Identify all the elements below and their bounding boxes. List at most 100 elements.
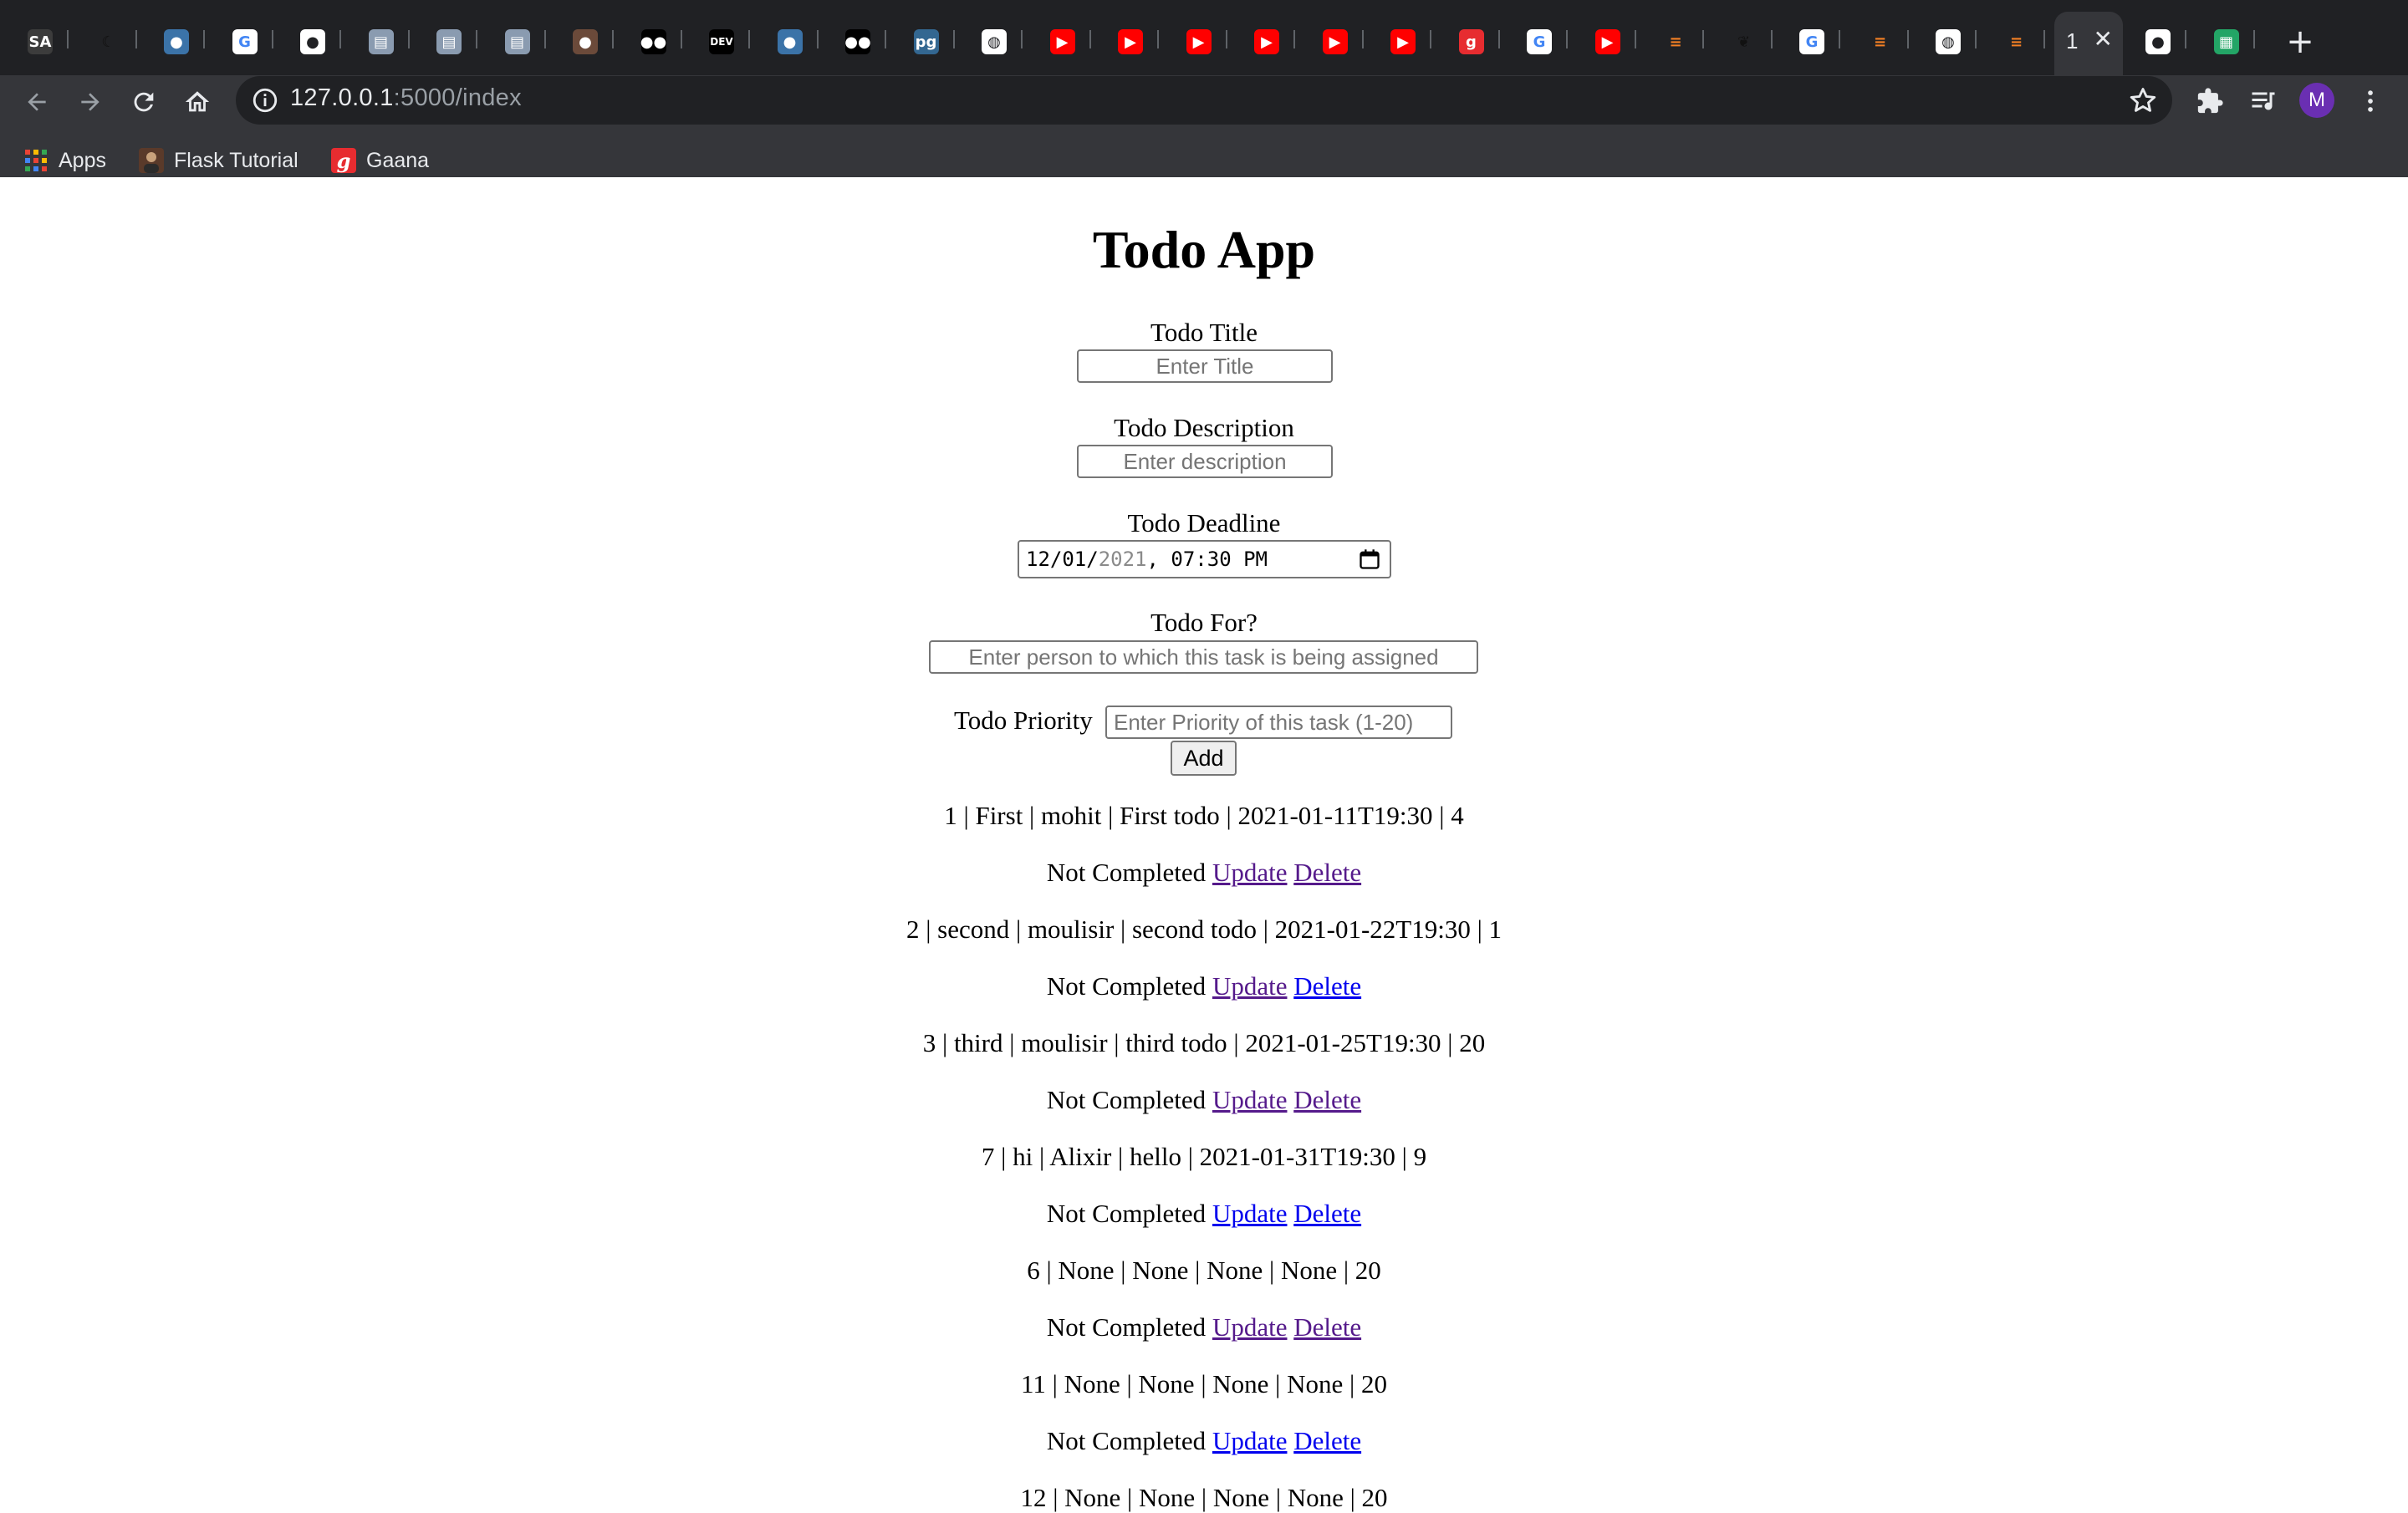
google-icon: G xyxy=(232,29,258,54)
todo-status: Not Completed xyxy=(1046,1426,1207,1455)
priority-input[interactable] xyxy=(1105,706,1452,739)
bookmark-flask-tutorial[interactable]: Flask Tutorial xyxy=(139,144,298,177)
delete-link[interactable]: Delete xyxy=(1293,1085,1361,1114)
tab-separator xyxy=(1839,30,1840,48)
update-link[interactable]: Update xyxy=(1212,971,1288,1001)
browser-tab[interactable]: DEV xyxy=(698,18,750,65)
url-path: :5000/index xyxy=(393,84,522,111)
apps-grid-icon xyxy=(23,148,48,173)
info-icon[interactable] xyxy=(251,86,279,115)
browser-tab[interactable]: ● xyxy=(153,18,205,65)
address-bar[interactable]: 127.0.0.1:5000/index xyxy=(236,76,2172,125)
browser-tab[interactable]: G xyxy=(222,18,273,65)
reload-icon xyxy=(134,92,154,112)
bookmark-star-icon[interactable] xyxy=(2127,84,2159,116)
google-icon: G xyxy=(1527,29,1552,54)
playlist-icon xyxy=(2252,92,2275,110)
tab-separator xyxy=(1702,30,1704,48)
update-link[interactable]: Update xyxy=(1212,1312,1288,1342)
reading-list-button[interactable] xyxy=(2246,84,2281,119)
browser-tab[interactable]: ●● xyxy=(630,18,682,65)
title-input[interactable] xyxy=(1077,349,1333,383)
browser-tab[interactable]: pg xyxy=(903,18,955,65)
bookmark-apps[interactable]: Apps xyxy=(23,144,106,177)
browser-tab[interactable]: ● xyxy=(767,18,819,65)
browser-tab[interactable]: G xyxy=(1788,18,1840,65)
delete-link[interactable]: Delete xyxy=(1293,971,1361,1001)
todo-status: Not Completed xyxy=(1046,858,1207,887)
profile-avatar[interactable]: M xyxy=(2299,83,2334,118)
page-title: Todo App xyxy=(1092,220,1316,279)
new-tab-button[interactable]: + xyxy=(2283,18,2318,65)
reload-button[interactable] xyxy=(125,84,162,120)
active-tab[interactable]: 1 ✕ xyxy=(2054,12,2123,75)
browser-tab[interactable]: ◍ xyxy=(1925,18,1977,65)
assignee-input[interactable] xyxy=(929,640,1478,674)
todo-item-actions: Not Completed Update Delete xyxy=(0,1085,2408,1115)
browser-tab[interactable]: ≡ xyxy=(1652,18,1704,65)
close-tab-icon[interactable]: ✕ xyxy=(2094,25,2113,53)
browser-tab[interactable]: ▶ xyxy=(1107,18,1159,65)
pg-icon: pg xyxy=(913,29,939,54)
delete-link[interactable]: Delete xyxy=(1293,858,1361,887)
browser-tab[interactable]: ▤ xyxy=(358,18,410,65)
browser-tab[interactable]: ◍ xyxy=(971,18,1023,65)
todo-item-text: 6 | None | None | None | None | 20 xyxy=(1027,1256,1381,1285)
tab-separator xyxy=(476,30,477,48)
deadline-input[interactable]: 12/01/2021, 07:30 PM xyxy=(1018,540,1391,578)
tab-separator xyxy=(680,30,682,48)
browser-tab[interactable]: ❦ xyxy=(1721,18,1773,65)
for-label: Todo For? xyxy=(1150,608,1258,637)
url-text: 127.0.0.1:5000/index xyxy=(290,84,522,112)
browser-tab[interactable]: ● xyxy=(289,18,341,65)
update-link[interactable]: Update xyxy=(1212,1085,1288,1114)
browser-tab[interactable]: ≡ xyxy=(1993,18,2045,65)
delete-link[interactable]: Delete xyxy=(1293,1199,1361,1228)
deadline-date: 12/01/ xyxy=(1026,548,1099,571)
bookmark-label: Flask Tutorial xyxy=(174,148,298,172)
browser-tab[interactable]: ▦ xyxy=(2203,18,2255,65)
update-link[interactable]: Update xyxy=(1212,1199,1288,1228)
menu-button[interactable] xyxy=(2353,84,2388,119)
browser-tab[interactable]: g xyxy=(1448,18,1500,65)
browser-tab[interactable]: ▶ xyxy=(1312,18,1364,65)
browser-tab[interactable]: ≡ xyxy=(1857,18,1909,65)
url-host: 127.0.0.1 xyxy=(290,84,394,111)
browser-tab[interactable]: ▶ xyxy=(1039,18,1091,65)
update-link[interactable]: Update xyxy=(1212,1426,1288,1455)
tab-separator xyxy=(1634,30,1636,48)
add-button[interactable]: Add xyxy=(1171,741,1237,776)
bookmark-gaana[interactable]: g Gaana xyxy=(331,144,429,177)
arrow-right-icon xyxy=(81,93,99,111)
browser-tab[interactable]: ● xyxy=(562,18,614,65)
extensions-button[interactable] xyxy=(2192,84,2227,119)
bookmarks-bar: Apps Flask Tutorial g Gaana xyxy=(0,135,2408,186)
back-button[interactable] xyxy=(18,84,55,120)
browser-tab[interactable]: ☾ xyxy=(85,18,137,65)
description-label: Todo Description xyxy=(1114,413,1294,442)
tab-separator xyxy=(952,30,955,48)
browser-tab[interactable]: ▤ xyxy=(426,18,477,65)
todo-item-text: 7 | hi | Alixir | hello | 2021-01-31T19:… xyxy=(981,1142,1427,1171)
delete-link[interactable]: Delete xyxy=(1293,1426,1361,1455)
browser-tab[interactable]: ▶ xyxy=(1176,18,1227,65)
browser-tab[interactable]: SA xyxy=(17,18,69,65)
tab-separator xyxy=(885,30,886,48)
tab-separator xyxy=(748,30,750,48)
delete-link[interactable]: Delete xyxy=(1293,1312,1361,1342)
tab-separator xyxy=(407,30,410,48)
browser-tab[interactable]: ▤ xyxy=(494,18,546,65)
update-link[interactable]: Update xyxy=(1212,858,1288,887)
forward-button[interactable] xyxy=(72,84,109,120)
browser-tab[interactable]: ▶ xyxy=(1243,18,1295,65)
medium-icon: ●● xyxy=(640,29,666,54)
browser-tab[interactable]: ▶ xyxy=(1380,18,1431,65)
browser-tab[interactable]: ●● xyxy=(834,18,886,65)
browser-tab[interactable]: ● xyxy=(2135,18,2186,65)
browser-tab[interactable]: ▶ xyxy=(1584,18,1636,65)
browser-tab[interactable]: G xyxy=(1516,18,1568,65)
calendar-icon[interactable] xyxy=(1358,548,1381,571)
description-input[interactable] xyxy=(1077,445,1333,478)
home-button[interactable] xyxy=(179,84,216,120)
bookmark-label: Apps xyxy=(59,148,106,172)
